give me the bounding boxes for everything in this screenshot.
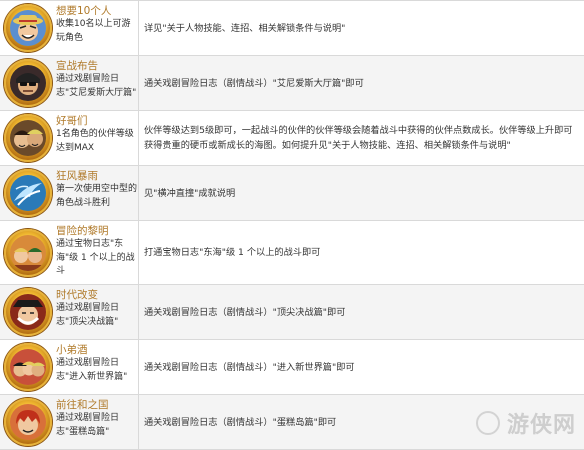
achievement-title: 时代改变 <box>56 289 98 301</box>
achievement-condition: 通过宝物日志"东海"级 1 个以上的战斗 <box>56 239 135 276</box>
achievement-row: 好哥们 1名角色的伙伴等级达到MAX 伙伴等级达到5级即可，一起战斗的伙伴的伙伴… <box>0 111 584 166</box>
watermark: 游侠网 <box>506 412 576 438</box>
achievement-title: 好哥们 <box>56 115 88 127</box>
achievement-condition: 通过戏剧冒险日志"艾尼爱斯大厅篇" <box>56 74 137 98</box>
brothers-portrait-icon <box>4 343 52 391</box>
achievement-title: 想要10个人 <box>56 5 112 17</box>
achievement-title: 宣战布告 <box>56 60 98 72</box>
achievement-info-cell: 狂风暴雨 第一次使用空中型的角色战斗胜利 <box>0 166 139 220</box>
achievement-info-cell: 冒险的黎明 通过宝物日志"东海"级 1 个以上的战斗 <box>0 221 139 284</box>
achievement-condition: 通过戏剧冒险日志"进入新世界篇" <box>56 358 128 382</box>
achievement-detail: 详见"关于人物技能、连招、相关解锁条件与说明" <box>144 22 346 34</box>
achievement-detail: 通关戏剧冒险日志（剧情战斗）"艾尼爱斯大厅篇"即可 <box>144 77 364 89</box>
achievement-row: 狂风暴雨 第一次使用空中型的角色战斗胜利 见"横冲直撞"成就说明 <box>0 166 584 221</box>
achievement-info-cell: 宣战布告 通过戏剧冒险日志"艾尼爱斯大厅篇" <box>0 56 139 110</box>
achievement-row: 宣战布告 通过戏剧冒险日志"艾尼爱斯大厅篇" 通关戏剧冒险日志（剧情战斗）"艾尼… <box>0 56 584 111</box>
achievement-condition: 通过戏剧冒险日志"顶尖决战篇" <box>56 303 120 327</box>
two-pirates-portrait-icon <box>4 114 52 162</box>
achievement-condition: 收集10名以上可游玩角色 <box>56 19 131 43</box>
storm-wing-icon <box>4 169 52 217</box>
captain-portrait-icon <box>4 288 52 336</box>
achievement-row: 想要10个人 收集10名以上可游玩角色 详见"关于人物技能、连招、相关解锁条件与… <box>0 1 584 56</box>
achievement-title: 前往和之国 <box>56 399 109 411</box>
achievement-detail: 通关戏剧冒险日志（剧情战斗）"进入新世界篇"即可 <box>144 361 355 373</box>
straw-hat-portrait-icon <box>4 4 52 52</box>
achievement-condition: 通过戏剧冒险日志"蛋糕岛篇" <box>56 413 120 437</box>
achievement-info-cell: 时代改变 通过戏剧冒险日志"顶尖决战篇" <box>0 285 139 339</box>
watermark-logo-icon <box>476 411 500 435</box>
achievement-title: 冒险的黎明 <box>56 225 109 237</box>
achievement-detail: 见"横冲直撞"成就说明 <box>144 187 236 199</box>
achievement-title: 小弟酒 <box>56 344 88 356</box>
dawn-crew-portrait-icon <box>4 228 52 277</box>
achievement-condition: 1名角色的伙伴等级达到MAX <box>56 129 134 153</box>
achievement-table: 想要10个人 收集10名以上可游玩角色 详见"关于人物技能、连招、相关解锁条件与… <box>0 0 584 450</box>
red-hair-portrait-icon <box>4 398 52 446</box>
achievement-row: 时代改变 通过戏剧冒险日志"顶尖决战篇" 通关戏剧冒险日志（剧情战斗）"顶尖决战… <box>0 285 584 340</box>
achievement-detail: 打通宝物日志"东海"级 1 个以上的战斗即可 <box>144 247 321 258</box>
sunglasses-pirate-portrait-icon <box>4 59 52 107</box>
achievement-detail: 通关戏剧冒险日志（剧情战斗）"顶尖决战篇"即可 <box>144 306 346 318</box>
achievement-info-cell: 想要10个人 收集10名以上可游玩角色 <box>0 1 139 55</box>
achievement-info-cell: 前往和之国 通过戏剧冒险日志"蛋糕岛篇" <box>0 395 139 449</box>
achievement-title: 狂风暴雨 <box>56 170 98 182</box>
achievement-detail: 伙伴等级达到5级即可，一起战斗的伙伴的伙伴等级会随着战斗中获得的伙伴点数成长。伙… <box>144 125 573 151</box>
achievement-row: 冒险的黎明 通过宝物日志"东海"级 1 个以上的战斗 打通宝物日志"东海"级 1… <box>0 221 584 285</box>
achievement-condition: 第一次使用空中型的角色战斗胜利 <box>56 184 138 208</box>
achievement-row: 小弟酒 通过戏剧冒险日志"进入新世界篇" 通关戏剧冒险日志（剧情战斗）"进入新世… <box>0 340 584 395</box>
achievement-info-cell: 好哥们 1名角色的伙伴等级达到MAX <box>0 111 139 165</box>
achievement-info-cell: 小弟酒 通过戏剧冒险日志"进入新世界篇" <box>0 340 139 394</box>
